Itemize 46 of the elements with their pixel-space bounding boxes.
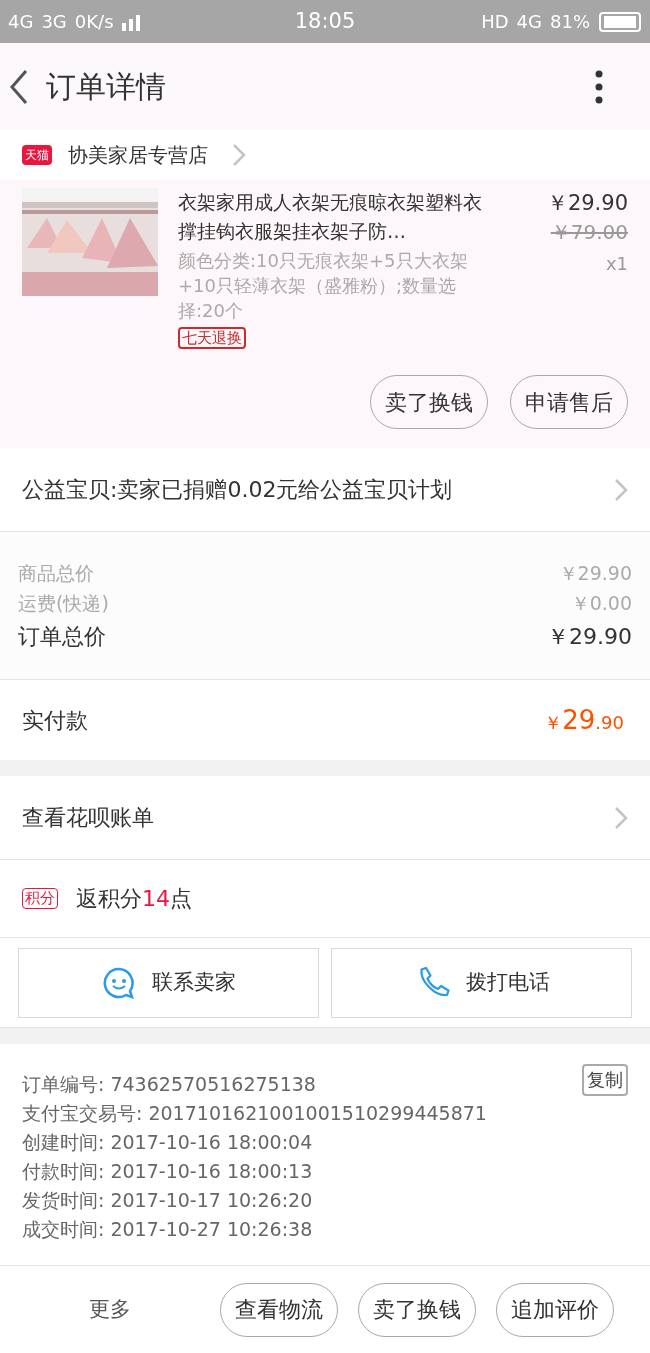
- points-text: 返积分14点: [76, 885, 192, 913]
- paid-label: 实付款: [22, 706, 88, 735]
- status-text: 4G: [516, 10, 542, 34]
- summary-value: ￥29.90: [558, 560, 632, 586]
- order-info-line: 发货时间: 2017-10-17 10:26:20: [22, 1188, 313, 1213]
- product-spec: 颜色分类:10只无痕衣架+5只大衣架+10只轻薄衣架（盛雅粉）;数量选择:20个: [178, 249, 469, 323]
- contact-button[interactable]: 拨打电话: [331, 947, 632, 1018]
- order-info-line: 订单编号: 74362570516275138: [22, 1072, 316, 1097]
- status-text: HD: [481, 10, 509, 34]
- return-tag: 七天退换: [178, 327, 246, 349]
- status-text: 0K/s: [74, 10, 114, 34]
- status-text: 81%: [550, 10, 590, 34]
- more-icon[interactable]: [594, 69, 604, 104]
- chevron-right-icon: [232, 143, 246, 167]
- points-badge: 积分: [22, 888, 58, 909]
- clock: 18:05: [293, 7, 357, 35]
- chevron-right-icon: [614, 805, 628, 830]
- back-icon[interactable]: [8, 67, 30, 106]
- summary-label: 商品总价: [18, 560, 94, 586]
- store-badge: 天猫: [22, 145, 52, 165]
- order-info-line: 付款时间: 2017-10-16 18:00:13: [22, 1159, 313, 1184]
- page-title: 订单详情: [46, 68, 167, 106]
- donation-text: 公益宝贝:卖家已捐赠0.02元给公益宝贝计划: [22, 476, 454, 504]
- huabei-row[interactable]: 查看花呗账单: [0, 776, 650, 860]
- status-text: 4G: [8, 10, 34, 34]
- chevron-right-icon: [614, 477, 628, 502]
- order-info-line: 支付宝交易号: 2017101621001001510299445871: [22, 1101, 487, 1126]
- chat-bubble-icon: [101, 965, 136, 1000]
- huabei-text: 查看花呗账单: [22, 804, 155, 832]
- product-title[interactable]: 衣架家用成人衣架无痕晾衣架塑料衣撑挂钩衣服架挂衣架子防…: [178, 188, 488, 246]
- summary-value: ￥29.90: [547, 622, 632, 651]
- summary-value: ￥0.00: [570, 591, 632, 616]
- order-info-line: 创建时间: 2017-10-16 18:00:04: [22, 1130, 313, 1155]
- more-link[interactable]: 更多: [20, 1293, 200, 1326]
- battery-icon: [598, 11, 642, 32]
- copy-button[interactable]: 复制: [582, 1064, 628, 1096]
- paid-amount: ￥29.90: [544, 703, 625, 737]
- contact-button[interactable]: 联系卖家: [18, 947, 319, 1018]
- summary-label: 订单总价: [18, 622, 106, 651]
- status-text: 3G: [41, 10, 67, 34]
- original-price: ￥79.00: [550, 219, 628, 246]
- quantity: x1: [605, 252, 628, 276]
- store-name[interactable]: 协美家居专营店: [68, 140, 208, 170]
- order-info-line: 成交时间: 2017-10-27 10:26:38: [22, 1217, 313, 1242]
- product-price: ￥29.90: [546, 190, 628, 217]
- summary-label: 运费(快递): [18, 591, 109, 616]
